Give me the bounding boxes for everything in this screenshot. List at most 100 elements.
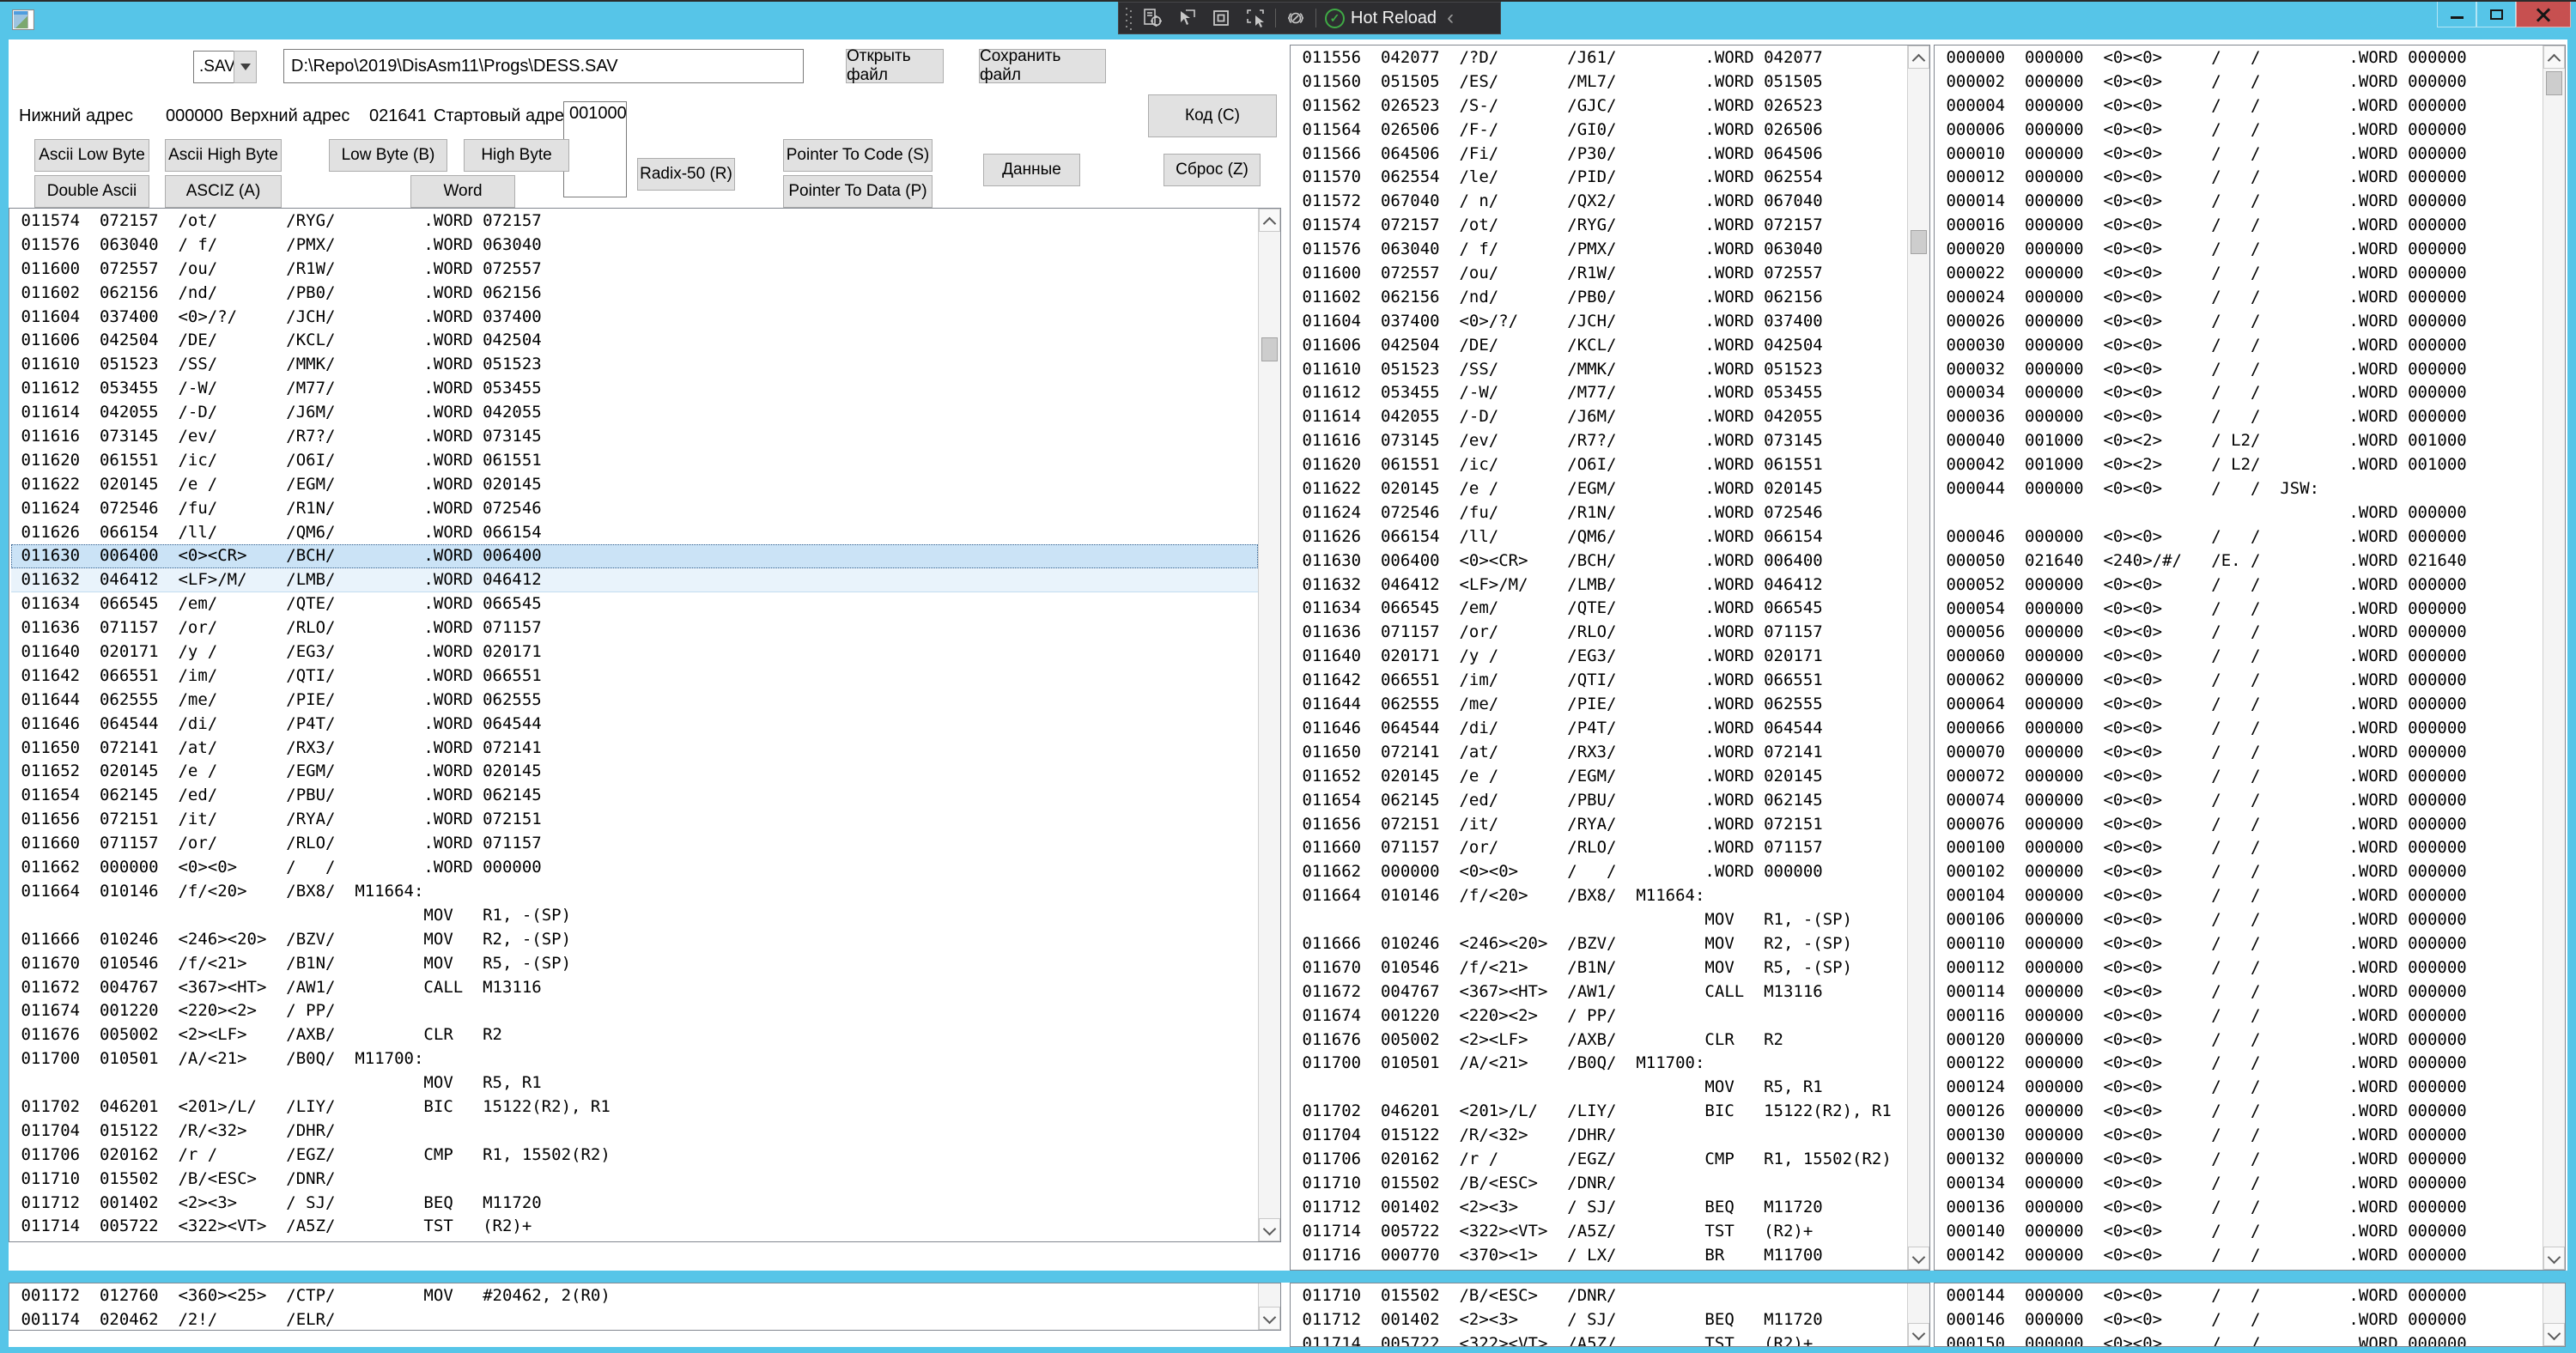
listing-row-011572[interactable]: 011572 067040 / n/ /QX2/ .WORD 067040 bbox=[1292, 190, 1907, 214]
listing-row-000020[interactable]: 000020 000000 <0><0> / / .WORD 000000 bbox=[1936, 238, 2543, 262]
listing-row-000144[interactable]: 000144 000000 <0><0> / / .WORD 000000 bbox=[1936, 1284, 2543, 1308]
xaml-binding-failures-icon[interactable] bbox=[1281, 5, 1310, 31]
listing-row-000042[interactable]: 000042 001000 <0><2> / L2/ .WORD 001000 bbox=[1936, 453, 2543, 477]
listing-row-011650[interactable]: 011650 072141 /at/ /RX3/ .WORD 072141 bbox=[1292, 741, 1907, 765]
hot-reload-button[interactable]: ✓ Hot Reload bbox=[1321, 9, 1440, 28]
disasm-list-left[interactable]: 011574 072157 /ot/ /RYG/ .WORD 072157 01… bbox=[11, 209, 1258, 1241]
listing-row-011704[interactable]: 011704 015122 /R/<32> /DHR/ bbox=[1292, 1124, 1907, 1148]
scroll-down-button[interactable] bbox=[1908, 1247, 1929, 1270]
listing-row-011604[interactable]: 011604 037400 <0>/?/ /JCH/ .WORD 037400 bbox=[1292, 310, 1907, 334]
listing-row-000116[interactable]: 000116 000000 <0><0> / / .WORD 000000 bbox=[1936, 1004, 2543, 1028]
listing-row-011716[interactable]: 011716 000770 <370><1> / LX/ BR M11700 bbox=[1292, 1244, 1907, 1268]
listing-row-011714[interactable]: 011714 005722 <322><VT> /A5Z/ TST (R2)+ bbox=[1292, 1220, 1907, 1244]
listing-row-000044[interactable]: 000044 000000 <0><0> / / JSW: .WORD 0000… bbox=[1936, 477, 2543, 525]
listing-row-000104[interactable]: 000104 000000 <0><0> / / .WORD 000000 bbox=[1936, 884, 2543, 908]
listing-row-000066[interactable]: 000066 000000 <0><0> / / .WORD 000000 bbox=[1936, 717, 2543, 741]
listing-row-000040[interactable]: 000040 001000 <0><2> / L2/ .WORD 001000 bbox=[1936, 429, 2543, 453]
listing-row-000140[interactable]: 000140 000000 <0><0> / / .WORD 000000 bbox=[1936, 1220, 2543, 1244]
scrollbar-left-list[interactable] bbox=[1258, 209, 1280, 1241]
listing-row-011702[interactable]: 011702 046201 <201>/L/ /LIY/ BIC 15122(R… bbox=[11, 1095, 1258, 1119]
listing-row-011606[interactable]: 011606 042504 /DE/ /KCL/ .WORD 042504 bbox=[1292, 334, 1907, 358]
listing-row-011710[interactable]: 011710 015502 /B/<ESC> /DNR/ bbox=[1292, 1284, 1907, 1308]
scroll-up-button[interactable] bbox=[1259, 209, 1280, 232]
ascii-low-byte-button[interactable]: Ascii Low Byte bbox=[34, 139, 149, 172]
listing-row-011654[interactable]: 011654 062145 /ed/ /PBU/ .WORD 062145 bbox=[11, 784, 1258, 808]
listing-row-011660[interactable]: 011660 071157 /or/ /RLO/ .WORD 071157 bbox=[1292, 836, 1907, 860]
listing-row-011574[interactable]: 011574 072157 /ot/ /RYG/ .WORD 072157 bbox=[1292, 214, 1907, 238]
listing-row-011632[interactable]: 011632 046412 <LF>/M/ /LMB/ .WORD 046412 bbox=[11, 568, 1258, 592]
ascii-high-byte-button[interactable]: Ascii High Byte bbox=[165, 139, 282, 172]
scrollbar-strip-left[interactable] bbox=[1258, 1283, 1280, 1330]
listing-row-011630[interactable]: 011630 006400 <0><CR> /BCH/ .WORD 006400 bbox=[11, 544, 1258, 568]
save-file-button[interactable]: Сохранить файл bbox=[979, 49, 1106, 83]
listing-row-011674[interactable]: 011674 001220 <220><2> / PP/ bbox=[1292, 1004, 1907, 1028]
listing-row-011676[interactable]: 011676 005002 <2><LF> /AXB/ CLR R2 bbox=[1292, 1028, 1907, 1053]
listing-row-011606[interactable]: 011606 042504 /DE/ /KCL/ .WORD 042504 bbox=[11, 329, 1258, 353]
listing-row-011714[interactable]: 011714 005722 <322><VT> /A5Z/ TST (R2)+ bbox=[11, 1215, 1258, 1239]
listing-row-011710[interactable]: 011710 015502 /B/<ESC> /DNR/ bbox=[1292, 1172, 1907, 1196]
listing-row-000062[interactable]: 000062 000000 <0><0> / / .WORD 000000 bbox=[1936, 669, 2543, 693]
listing-row-011576[interactable]: 011576 063040 / f/ /PMX/ .WORD 063040 bbox=[11, 234, 1258, 258]
extension-combo-dropdown-button[interactable] bbox=[234, 51, 257, 83]
memory-list-right[interactable]: 000000 000000 <0><0> / / .WORD 000000 00… bbox=[1936, 46, 2543, 1270]
double-ascii-button[interactable]: Double Ascii bbox=[34, 175, 149, 208]
listing-row-011710[interactable]: 011710 015502 /B/<ESC> /DNR/ bbox=[11, 1168, 1258, 1192]
listing-row-000014[interactable]: 000014 000000 <0><0> / / .WORD 000000 bbox=[1936, 190, 2543, 214]
listing-row-000002[interactable]: 000002 000000 <0><0> / / .WORD 000000 bbox=[1936, 70, 2543, 94]
listing-row-011610[interactable]: 011610 051523 /SS/ /MMK/ .WORD 051523 bbox=[1292, 358, 1907, 382]
listing-row-000102[interactable]: 000102 000000 <0><0> / / .WORD 000000 bbox=[1936, 860, 2543, 884]
listing-row-011574[interactable]: 011574 072157 /ot/ /RYG/ .WORD 072157 bbox=[11, 209, 1258, 234]
listing-row-011622[interactable]: 011622 020145 /e / /EGM/ .WORD 020145 bbox=[1292, 477, 1907, 501]
listing-row-011702[interactable]: 011702 046201 <201>/L/ /LIY/ BIC 15122(R… bbox=[1292, 1100, 1907, 1124]
listing-row-011712[interactable]: 011712 001402 <2><3> / SJ/ BEQ M11720 bbox=[1292, 1196, 1907, 1220]
listing-row-000100[interactable]: 000100 000000 <0><0> / / .WORD 000000 bbox=[1936, 836, 2543, 860]
listing-row-011672[interactable]: 011672 004767 <367><HT> /AW1/ CALL M1311… bbox=[11, 976, 1258, 1000]
listing-row-000030[interactable]: 000030 000000 <0><0> / / .WORD 000000 bbox=[1936, 334, 2543, 358]
listing-row-000076[interactable]: 000076 000000 <0><0> / / .WORD 000000 bbox=[1936, 813, 2543, 837]
toolbar-grip[interactable] bbox=[1126, 7, 1133, 29]
disasm-strip-middle-list[interactable]: 011710 015502 /B/<ESC> /DNR/ 011712 0014… bbox=[1292, 1284, 1907, 1346]
listing-row-011614[interactable]: 011614 042055 /-D/ /J6M/ .WORD 042055 bbox=[1292, 405, 1907, 429]
listing-row-011636[interactable]: 011636 071157 /or/ /RLO/ .WORD 071157 bbox=[1292, 621, 1907, 645]
scroll-up-button[interactable] bbox=[2543, 46, 2565, 69]
listing-row-011646[interactable]: 011646 064544 /di/ /P4T/ .WORD 064544 bbox=[11, 713, 1258, 737]
show-layout-adorners-icon[interactable] bbox=[1206, 5, 1236, 31]
listing-row-000006[interactable]: 000006 000000 <0><0> / / .WORD 000000 bbox=[1936, 118, 2543, 143]
listing-row-011700[interactable]: 011700 010501 /A/<21> /B0Q/ M11700: MOV … bbox=[1292, 1052, 1907, 1100]
collapse-toolbar-button[interactable]: ‹ bbox=[1447, 6, 1454, 30]
listing-row-011564[interactable]: 011564 026506 /F-/ /GI0/ .WORD 026506 bbox=[1292, 118, 1907, 143]
listing-row-011670[interactable]: 011670 010546 /f/<21> /B1N/ MOV R5, -(SP… bbox=[11, 952, 1258, 976]
listing-row-000046[interactable]: 000046 000000 <0><0> / / .WORD 000000 bbox=[1936, 525, 2543, 549]
listing-row-011672[interactable]: 011672 004767 <367><HT> /AW1/ CALL M1311… bbox=[1292, 980, 1907, 1004]
listing-row-011622[interactable]: 011622 020145 /e / /EGM/ .WORD 020145 bbox=[11, 473, 1258, 497]
pointer-to-data-button[interactable]: Pointer To Data (P) bbox=[783, 175, 933, 208]
scrollbar-thumb[interactable] bbox=[1261, 337, 1278, 361]
code-button[interactable]: Код (C) bbox=[1148, 94, 1277, 137]
listing-row-011604[interactable]: 011604 037400 <0>/?/ /JCH/ .WORD 037400 bbox=[11, 306, 1258, 330]
listing-row-011656[interactable]: 011656 072151 /it/ /RYA/ .WORD 072151 bbox=[11, 808, 1258, 832]
listing-row-001172[interactable]: 001172 012760 <360><25> /CTP/ MOV #20462… bbox=[11, 1284, 1258, 1308]
listing-row-000150[interactable]: 000150 000000 <0><0> / / .WORD 000000 bbox=[1936, 1332, 2543, 1346]
listing-row-000012[interactable]: 000012 000000 <0><0> / / .WORD 000000 bbox=[1936, 166, 2543, 190]
listing-row-011706[interactable]: 011706 020162 /r / /EGZ/ CMP R1, 15502(R… bbox=[1292, 1148, 1907, 1172]
listing-row-000024[interactable]: 000024 000000 <0><0> / / .WORD 000000 bbox=[1936, 286, 2543, 310]
listing-row-011712[interactable]: 011712 001402 <2><3> / SJ/ BEQ M11720 bbox=[11, 1192, 1258, 1216]
listing-row-011640[interactable]: 011640 020171 /y / /EG3/ .WORD 020171 bbox=[1292, 645, 1907, 669]
scrollbar-right-list[interactable] bbox=[2543, 46, 2565, 1270]
listing-row-000060[interactable]: 000060 000000 <0><0> / / .WORD 000000 bbox=[1936, 645, 2543, 669]
disasm-list-middle[interactable]: 011556 042077 /?D/ /J61/ .WORD 042077 01… bbox=[1292, 46, 1907, 1270]
maximize-button[interactable] bbox=[2476, 2, 2516, 27]
listing-row-011716[interactable]: 011716 000770 <370><1> / LX/ BR M11700 bbox=[11, 1239, 1258, 1241]
listing-row-011644[interactable]: 011644 062555 /me/ /PIE/ .WORD 062555 bbox=[1292, 693, 1907, 717]
listing-row-000074[interactable]: 000074 000000 <0><0> / / .WORD 000000 bbox=[1936, 789, 2543, 813]
listing-row-011614[interactable]: 011614 042055 /-D/ /J6M/ .WORD 042055 bbox=[11, 401, 1258, 425]
listing-row-000110[interactable]: 000110 000000 <0><0> / / .WORD 000000 bbox=[1936, 932, 2543, 956]
listing-row-011620[interactable]: 011620 061551 /ic/ /O6I/ .WORD 061551 bbox=[11, 449, 1258, 473]
start-address-input[interactable]: 001000 bbox=[563, 101, 627, 197]
listing-row-011610[interactable]: 011610 051523 /SS/ /MMK/ .WORD 051523 bbox=[11, 353, 1258, 377]
listing-row-011602[interactable]: 011602 062156 /nd/ /PB0/ .WORD 062156 bbox=[1292, 286, 1907, 310]
listing-row-000036[interactable]: 000036 000000 <0><0> / / .WORD 000000 bbox=[1936, 405, 2543, 429]
listing-row-000032[interactable]: 000032 000000 <0><0> / / .WORD 000000 bbox=[1936, 358, 2543, 382]
word-button[interactable]: Word bbox=[410, 175, 515, 208]
scrollbar-thumb[interactable] bbox=[2546, 71, 2562, 95]
